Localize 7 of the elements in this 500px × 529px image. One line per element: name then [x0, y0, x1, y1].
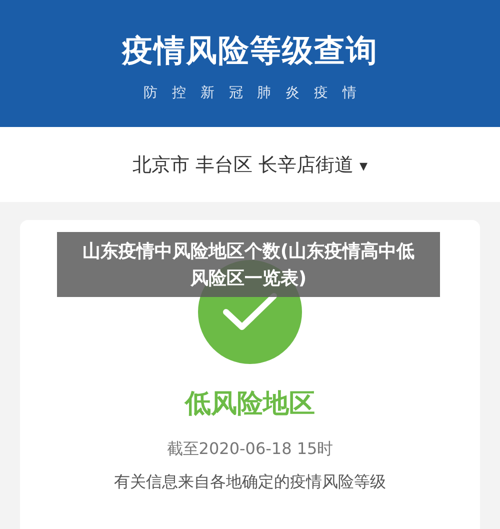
page-subtitle: 防 控 新 冠 肺 炎 疫 情: [143, 84, 357, 102]
risk-level-label: 低风险地区: [185, 388, 315, 421]
page-title: 疫情风险等级查询: [122, 32, 378, 71]
location-selector[interactable]: 北京市 丰台区 长辛店街道 ▾: [132, 152, 368, 178]
overlay-caption: 山东疫情中风险地区个数(山东疫情高中低风险区一览表): [57, 232, 440, 297]
update-time: 截至2020-06-18 15时: [166, 439, 334, 460]
source-note: 有关信息来自各地确定的疫情风险等级: [114, 472, 386, 493]
